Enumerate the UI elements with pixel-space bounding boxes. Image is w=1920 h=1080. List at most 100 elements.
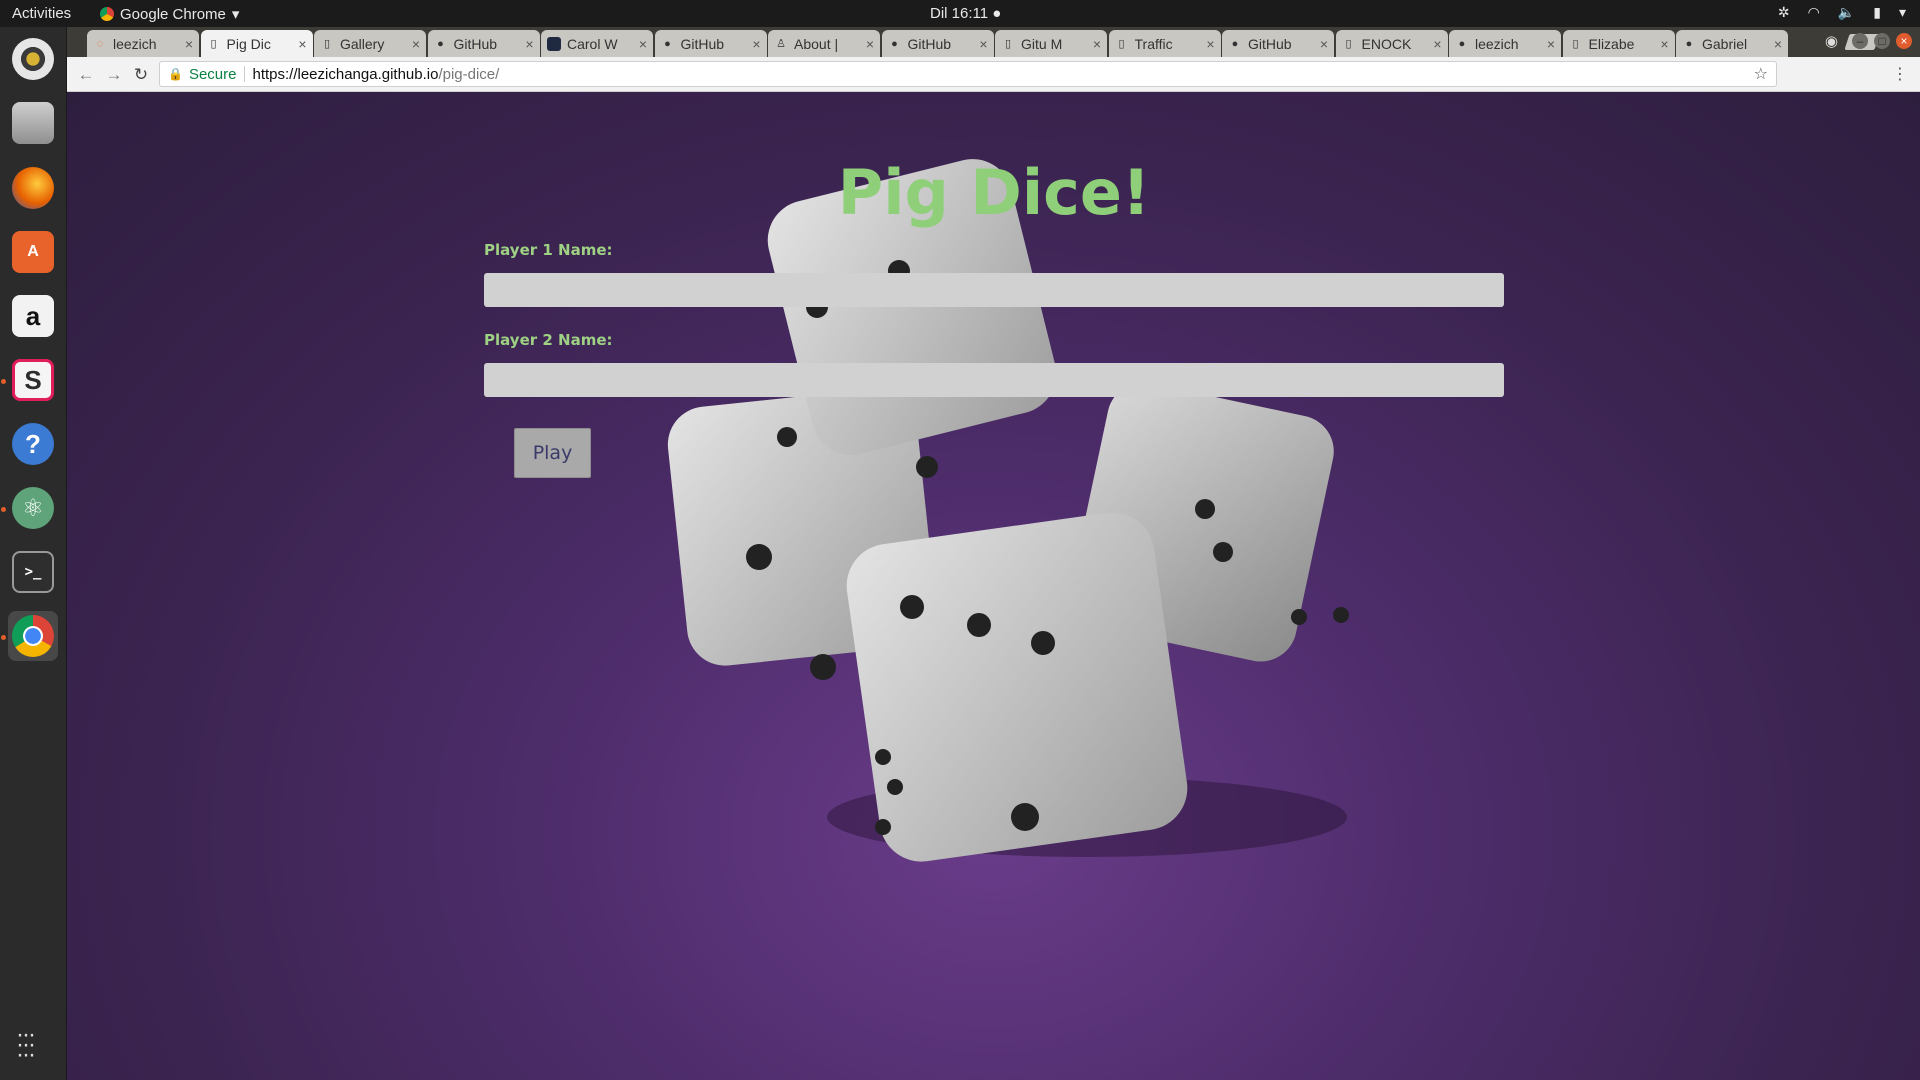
browser-toolbar: ← → ↻ 🔒 Secure https://leezichanga.githu… [67, 57, 1920, 92]
tab-close-icon[interactable]: × [866, 36, 874, 52]
tab-title: GitHub [680, 35, 725, 52]
caret-down-icon[interactable]: ▾ [1899, 4, 1906, 21]
browser-tab[interactable]: ● GitHub × [881, 30, 994, 57]
play-button[interactable]: Play [514, 428, 591, 478]
dock-atom[interactable]: ⚛ [8, 483, 58, 533]
app-grid-icon[interactable]: ··· ··· ··· [16, 1023, 36, 1067]
dock-slack[interactable]: S [8, 355, 58, 405]
tab-close-icon[interactable]: × [412, 36, 420, 52]
browser-tab[interactable]: ▯ Gitu M × [995, 30, 1107, 57]
tab-title: Elizabe [1588, 35, 1635, 52]
player1-label: Player 1 Name: [484, 241, 613, 259]
dock: A a S ? ⚛ >_ ··· ··· ··· [0, 27, 67, 1080]
spinner-icon: ◌ [96, 37, 104, 50]
chrome-menu-icon[interactable]: ⋮ [1892, 64, 1908, 84]
dock-help[interactable]: ? [8, 419, 58, 469]
system-tray[interactable]: ✲ ◠ 🔈 ▮ ▾ [1778, 4, 1906, 21]
profile-icon[interactable]: ◉ [1825, 32, 1838, 50]
clock-label: Dil 16:11 [930, 5, 989, 22]
tab-close-icon[interactable]: × [979, 36, 987, 52]
close-window-button[interactable]: × [1896, 33, 1912, 49]
tab-close-icon[interactable]: × [298, 36, 306, 52]
github-icon: ● [1231, 37, 1239, 50]
page-icon: ▯ [1572, 38, 1579, 50]
browser-tab[interactable]: ● Gabriel × [1676, 30, 1788, 57]
terminal-icon: >_ [12, 551, 54, 593]
tab-close-icon[interactable]: × [639, 36, 647, 52]
browser-tab[interactable]: ▯ Traffic × [1108, 30, 1221, 57]
tab-close-icon[interactable]: × [1433, 36, 1441, 52]
volume-icon[interactable]: 🔈 [1838, 4, 1855, 21]
activities-button[interactable]: Activities [12, 5, 71, 22]
tab-title: Pig Dic [226, 35, 271, 52]
tab-strip: ◌ leezich × ▯ Pig Dic × ▯ Gallery × ● GitHub × Carol… [67, 27, 1920, 57]
dock-chrome[interactable] [8, 611, 58, 661]
browser-tab[interactable]: ▯ ENOCK × [1335, 30, 1448, 57]
browser-tab[interactable]: ● GitHub × [427, 30, 540, 57]
dock-rhythmbox[interactable] [8, 34, 58, 84]
tab-close-icon[interactable]: × [1093, 36, 1101, 52]
tab-title: ENOCK [1361, 35, 1412, 52]
amazon-icon: a [12, 295, 54, 337]
page-icon: ▯ [323, 38, 331, 50]
github-icon: ● [891, 37, 898, 50]
url-host: https://leezichanga.github.io [252, 65, 439, 83]
tab-close-icon[interactable]: × [1547, 36, 1555, 52]
browser-tab[interactable]: ● leezich × [1449, 30, 1561, 57]
browser-tab[interactable]: ▯ Gallery × [314, 30, 426, 57]
dock-amazon[interactable]: a [8, 291, 58, 341]
person-icon: ♙ [776, 38, 786, 50]
player2-label: Player 2 Name: [484, 331, 613, 349]
square-icon [547, 36, 561, 51]
dock-firefox[interactable] [8, 163, 58, 213]
dock-software[interactable]: A [8, 227, 58, 277]
address-bar[interactable]: 🔒 Secure https://leezichanga.github.io/p… [159, 61, 1777, 87]
browser-tab[interactable]: ● GitHub × [654, 30, 767, 57]
tab-close-icon[interactable]: × [185, 36, 193, 52]
player1-name-input[interactable] [484, 273, 1504, 307]
clock[interactable]: Dil 16:11 ● [930, 5, 1001, 22]
tab-close-icon[interactable]: × [752, 36, 760, 52]
browser-tab[interactable]: ▯ Pig Dic × [200, 30, 313, 57]
tab-close-icon[interactable]: × [1774, 36, 1782, 52]
page-icon: ▯ [210, 38, 217, 50]
back-arrow-icon[interactable]: ← [75, 64, 97, 86]
caret-down-icon: ▾ [231, 6, 240, 23]
firefox-icon [12, 167, 54, 209]
tab-title: About | [794, 35, 839, 52]
wifi-icon[interactable]: ◠ [1808, 4, 1820, 21]
browser-tab[interactable]: Carol W × [541, 30, 653, 57]
dock-files[interactable] [8, 98, 58, 148]
tab-title: Traffic [1134, 35, 1173, 52]
dock-terminal[interactable]: >_ [8, 547, 58, 597]
tab-close-icon[interactable]: × [525, 36, 533, 52]
tab-title: Gabriel [1702, 35, 1748, 52]
tab-title: Gitu M [1021, 35, 1063, 52]
maximize-button[interactable]: □ [1874, 33, 1890, 49]
browser-tab[interactable]: ● GitHub × [1222, 30, 1334, 57]
secure-label: Secure [188, 65, 237, 83]
tab-close-icon[interactable]: × [1206, 36, 1214, 52]
forward-arrow-icon[interactable]: → [103, 64, 125, 86]
settings-gear-icon[interactable]: ✲ [1778, 4, 1790, 21]
bookmark-star-icon[interactable]: ☆ [1754, 64, 1768, 84]
battery-icon[interactable]: ▮ [1873, 4, 1881, 21]
tab-close-icon[interactable]: × [1660, 36, 1668, 52]
page-icon: ▯ [1345, 38, 1352, 50]
minimize-button[interactable]: – [1852, 33, 1868, 49]
github-icon: ● [1685, 37, 1693, 50]
reload-icon[interactable]: ↻ [130, 64, 152, 86]
player2-name-input[interactable] [484, 363, 1504, 397]
url-path: /pig-dice/ [438, 65, 500, 83]
browser-tab[interactable]: ▯ Elizabe × [1562, 30, 1675, 57]
tab-close-icon[interactable]: × [1320, 36, 1328, 52]
tab-title: Carol W [567, 35, 618, 52]
browser-tab[interactable]: ♙ About | × [768, 30, 880, 57]
tab-title: Gallery [340, 35, 385, 52]
app-menu[interactable]: Google Chrome ▾ [100, 5, 239, 23]
tab-title: leezich [1475, 35, 1519, 52]
lock-icon: 🔒 [168, 67, 183, 81]
slack-icon: S [12, 359, 54, 401]
browser-tab[interactable]: ◌ leezich × [87, 30, 199, 57]
page-icon: ▯ [1118, 38, 1125, 50]
